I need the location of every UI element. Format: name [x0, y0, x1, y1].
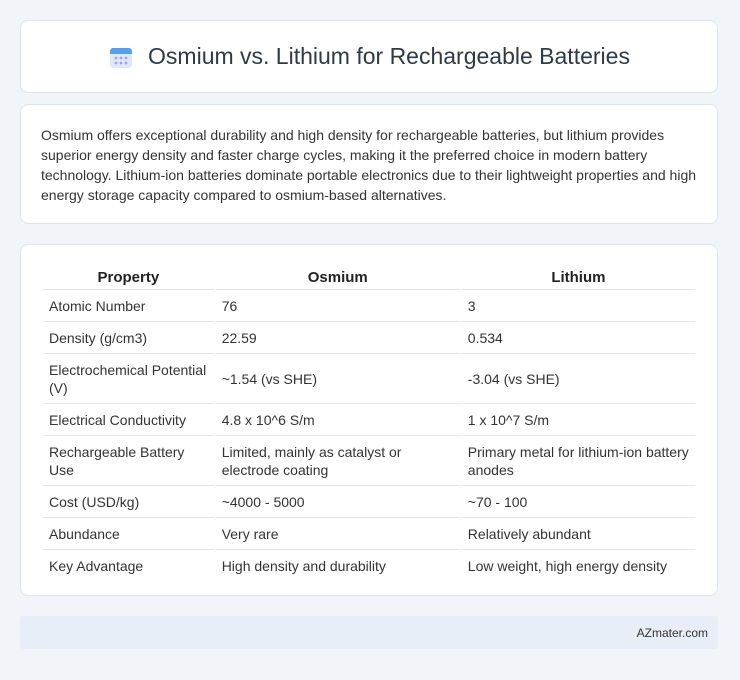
lithium-cell: 0.534 [461, 322, 695, 354]
table-row: Abundance Very rare Relatively abundant [43, 518, 695, 550]
table-row: Electrical Conductivity 4.8 x 10^6 S/m 1… [43, 404, 695, 436]
column-header-lithium: Lithium [461, 265, 695, 290]
footer-site-link[interactable]: AZmater.com [637, 626, 708, 640]
osmium-cell: ~1.54 (vs SHE) [215, 354, 460, 404]
property-cell: Atomic Number [43, 290, 214, 322]
lithium-cell: -3.04 (vs SHE) [461, 354, 695, 404]
osmium-cell: ~4000 - 5000 [215, 486, 460, 518]
table-header-row: Property Osmium Lithium [43, 265, 695, 290]
property-cell: Rechargeable Battery Use [43, 436, 214, 486]
lithium-cell: ~70 - 100 [461, 486, 695, 518]
summary-card: Osmium offers exceptional durability and… [20, 104, 718, 224]
property-cell: Density (g/cm3) [43, 322, 214, 354]
table-row: Cost (USD/kg) ~4000 - 5000 ~70 - 100 [43, 486, 695, 518]
property-cell: Key Advantage [49, 558, 144, 574]
osmium-cell: Limited, mainly as catalyst or electrode… [215, 436, 460, 486]
column-header-property: Property [43, 265, 214, 290]
page-title: Osmium vs. Lithium for Rechargeable Batt… [148, 43, 630, 69]
lithium-cell: 1 x 10^7 S/m [461, 404, 695, 436]
calendar-icon [110, 47, 133, 68]
osmium-cell: 4.8 x 10^6 S/m [215, 404, 460, 436]
column-header-osmium: Osmium [215, 265, 460, 290]
table-row: Atomic Number 76 3 [43, 290, 695, 322]
property-cell: Cost (USD/kg) [43, 486, 214, 518]
property-cell: Electrical Conductivity [43, 404, 214, 436]
header-card: Osmium vs. Lithium for Rechargeable Batt… [20, 20, 718, 93]
comparison-table-card: Property Osmium Lithium Atomic Number 76… [20, 244, 718, 596]
lithium-cell: Low weight, high energy density [467, 558, 668, 574]
footer-bar: AZmater.com [20, 616, 718, 649]
table-row: Key Advantage High density and durabilit… [43, 550, 695, 581]
table-row: Rechargeable Battery Use Limited, mainly… [43, 436, 695, 486]
table-row: Electrochemical Potential (V) ~1.54 (vs … [43, 354, 695, 404]
osmium-cell: 22.59 [215, 322, 460, 354]
osmium-cell: High density and durability [221, 558, 386, 574]
property-cell: Abundance [43, 518, 214, 550]
lithium-cell: Relatively abundant [461, 518, 695, 550]
lithium-cell: Primary metal for lithium-ion battery an… [461, 436, 695, 486]
table-row: Density (g/cm3) 22.59 0.534 [43, 322, 695, 354]
lithium-cell: 3 [461, 290, 695, 322]
osmium-cell: Very rare [215, 518, 460, 550]
summary-text: Osmium offers exceptional durability and… [41, 127, 697, 203]
osmium-cell: 76 [215, 290, 460, 322]
property-cell: Electrochemical Potential (V) [43, 354, 214, 404]
comparison-table: Property Osmium Lithium Atomic Number 76… [41, 265, 697, 581]
title-wrap: Osmium vs. Lithium for Rechargeable Batt… [108, 43, 630, 70]
